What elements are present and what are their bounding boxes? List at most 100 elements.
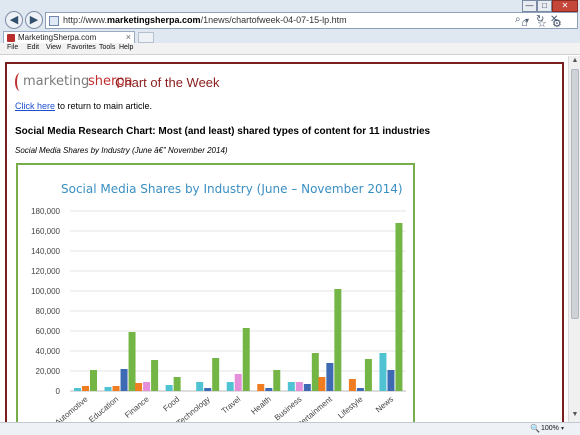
scroll-up-icon[interactable]: ▲ <box>570 57 580 67</box>
x-tick-label: Business <box>273 395 304 422</box>
bar <box>318 377 326 391</box>
chart-title: Social Media Shares by Industry (June – … <box>61 182 403 196</box>
bar <box>303 384 311 391</box>
menu-edit[interactable]: Edit <box>27 44 39 51</box>
x-tick-label: Automotive <box>53 394 90 422</box>
address-bar[interactable]: http://www.marketingsherpa.com/1news/cha… <box>45 12 578 29</box>
menu-favorites[interactable]: Favorites <box>67 44 96 51</box>
search-icon[interactable]: ⌕ <box>515 14 521 25</box>
y-tick-label: 180,000 <box>31 207 60 216</box>
bar <box>265 388 273 391</box>
return-text: to return to main article. <box>55 101 153 111</box>
bar <box>379 353 387 391</box>
bar <box>173 377 181 391</box>
bar <box>356 388 364 391</box>
close-window-button[interactable]: ✕ <box>552 0 578 12</box>
x-tick-label: Technology <box>175 395 212 422</box>
zoom-level[interactable]: 100% <box>541 425 559 432</box>
bar <box>295 382 303 391</box>
y-tick-label: 60,000 <box>36 327 61 336</box>
maximize-button[interactable]: □ <box>537 0 552 12</box>
y-tick-label: 100,000 <box>31 287 60 296</box>
new-tab-button[interactable] <box>138 32 154 43</box>
y-tick-label: 0 <box>56 387 61 396</box>
forward-arrow-icon: ▶ <box>29 14 39 26</box>
bar <box>311 353 319 391</box>
page-viewport: marketing sherpa Chart of the Week Click… <box>0 56 568 422</box>
article-title: Social Media Research Chart: Most (and l… <box>15 126 431 137</box>
scroll-thumb[interactable] <box>571 69 579 319</box>
scroll-down-icon[interactable]: ▼ <box>570 411 580 421</box>
bar <box>326 363 334 391</box>
tab-title: MarketingSherpa.com <box>18 33 97 42</box>
bar <box>165 385 173 391</box>
y-tick-label: 160,000 <box>31 227 60 236</box>
x-tick-label: Food <box>161 395 181 414</box>
y-tick-label: 120,000 <box>31 267 60 276</box>
x-tick-label: Health <box>249 395 272 417</box>
bar <box>143 382 151 391</box>
bar <box>135 383 143 391</box>
browser-toolbar: ◀ ▶ http://www.marketingsherpa.com/1news… <box>0 0 580 44</box>
bar <box>151 360 159 391</box>
y-tick-label: 40,000 <box>36 347 61 356</box>
bar <box>104 387 112 391</box>
maximize-icon: □ <box>542 1 547 10</box>
menu-tools[interactable]: Tools <box>99 44 115 51</box>
menu-bar: File Edit View Favorites Tools Help <box>0 43 580 55</box>
page-icon <box>49 16 59 26</box>
return-link[interactable]: Click here <box>15 101 55 111</box>
y-tick-label: 140,000 <box>31 247 60 256</box>
bar <box>82 386 89 391</box>
menu-view[interactable]: View <box>46 44 61 51</box>
page-frame: marketing sherpa Chart of the Week Click… <box>5 62 564 422</box>
bar <box>395 223 403 391</box>
back-button[interactable]: ◀ <box>5 11 23 29</box>
bar <box>234 374 242 391</box>
bar <box>112 386 120 391</box>
back-arrow-icon: ◀ <box>9 14 19 26</box>
bar <box>90 370 97 391</box>
bar <box>204 388 212 391</box>
chart-container: Social Media Shares by Industry (June – … <box>16 163 415 422</box>
zoom-icon[interactable]: 🔍 <box>530 424 540 433</box>
y-tick-label: 80,000 <box>36 307 61 316</box>
tab-close-icon[interactable]: × <box>126 32 131 43</box>
page-heading: Chart of the Week <box>115 75 220 90</box>
bar <box>128 332 136 391</box>
bar <box>74 388 81 391</box>
bar <box>364 359 372 391</box>
menu-help[interactable]: Help <box>119 44 133 51</box>
x-tick-label: Finance <box>123 394 151 420</box>
url-text[interactable]: http://www.marketingsherpa.com/1news/cha… <box>63 15 347 25</box>
forward-button[interactable]: ▶ <box>25 11 43 29</box>
url-domain: marketingsherpa.com <box>107 15 201 25</box>
bar <box>334 289 342 391</box>
return-line: Click here to return to main article. <box>15 101 152 111</box>
y-tick-label: 20,000 <box>36 367 61 376</box>
gear-icon[interactable]: ⚙ <box>552 17 562 30</box>
minimize-icon: — <box>525 1 534 10</box>
x-tick-label: Education <box>87 395 120 422</box>
home-icon[interactable]: ⌂ <box>521 17 528 29</box>
close-icon: ✕ <box>561 1 569 10</box>
bar <box>226 382 234 391</box>
bar <box>212 358 220 391</box>
bar <box>196 382 204 391</box>
logo-text-marketing: marketing <box>23 74 90 89</box>
minimize-button[interactable]: — <box>522 0 537 12</box>
bar-chart: Social Media Shares by Industry (June – … <box>31 182 406 422</box>
x-tick-label: News <box>374 395 395 415</box>
zoom-chevron-icon[interactable]: ▾ <box>561 425 564 432</box>
bar <box>257 384 265 391</box>
bar <box>287 382 295 391</box>
bar <box>120 369 128 391</box>
vertical-scrollbar[interactable]: ▲ ▼ <box>568 56 580 422</box>
bar <box>348 379 356 391</box>
article-subtitle: Social Media Shares by Industry (June â€… <box>15 146 228 155</box>
favicon-icon <box>7 34 15 42</box>
x-tick-label: Lifestyle <box>336 394 365 420</box>
favorites-star-icon[interactable]: ☆ <box>537 17 547 30</box>
status-bar: 🔍 100% ▾ <box>0 422 580 435</box>
menu-file[interactable]: File <box>7 44 18 51</box>
